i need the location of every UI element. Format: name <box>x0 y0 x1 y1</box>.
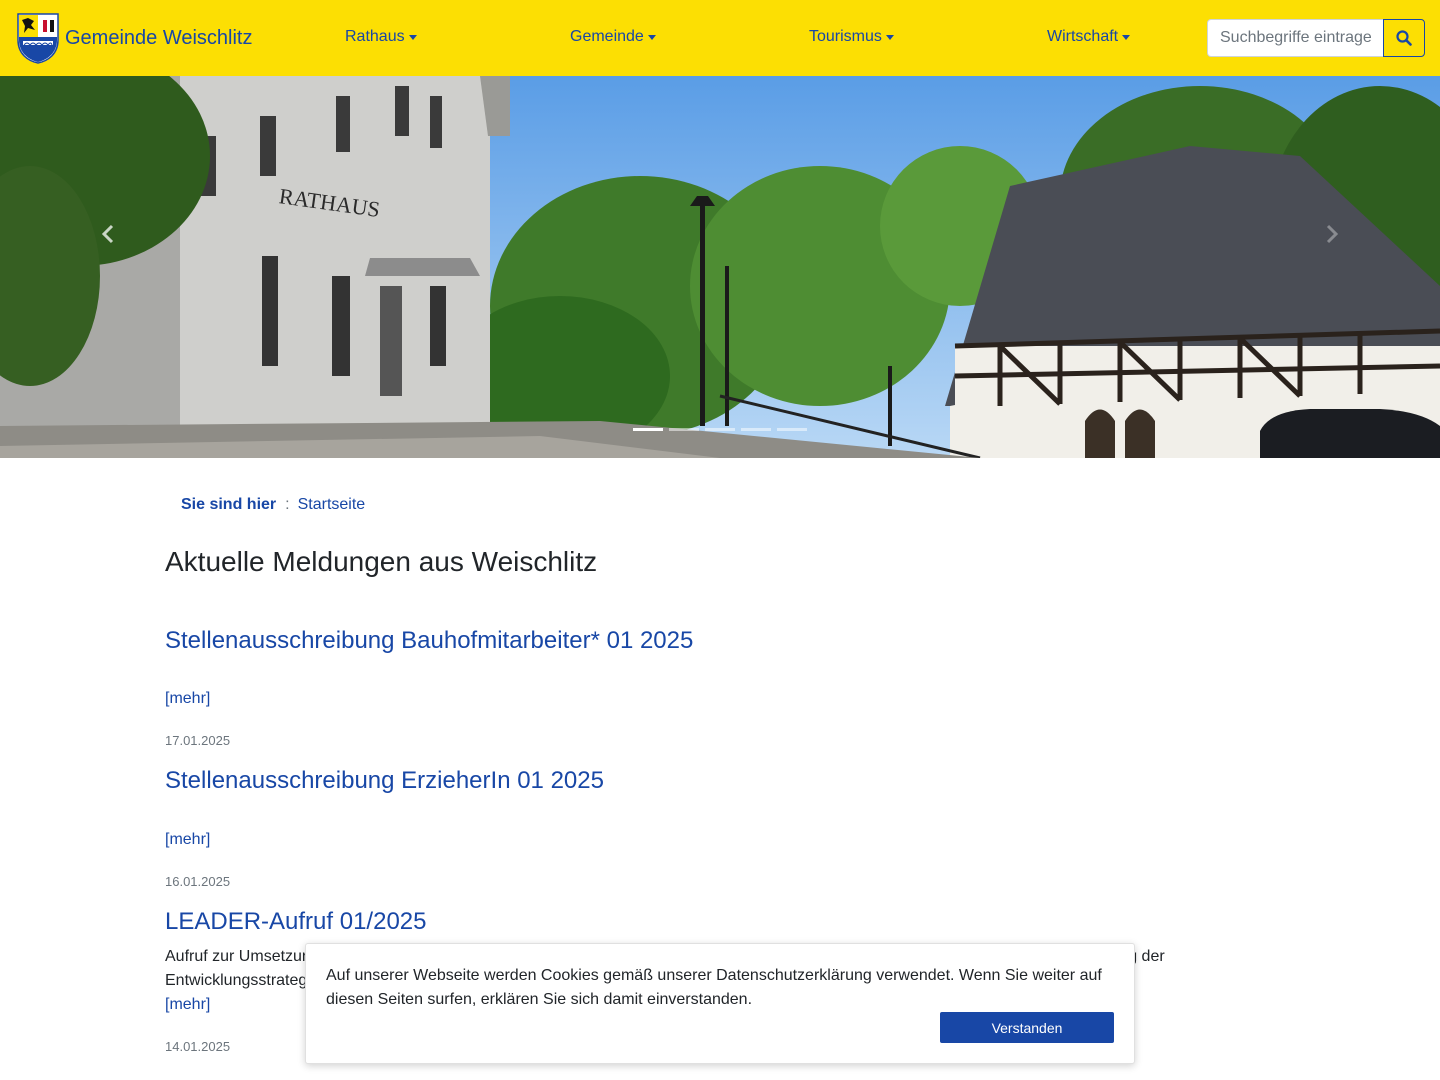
search-input[interactable] <box>1207 19 1383 57</box>
news-date: 14.01.2025 <box>165 1039 231 1054</box>
search-icon <box>1396 30 1412 46</box>
chevron-left-icon <box>101 224 114 244</box>
cookie-banner: Auf unserer Webseite werden Cookies gemä… <box>305 943 1135 1064</box>
chevron-right-icon <box>1326 224 1339 244</box>
news-more-link[interactable]: [mehr] <box>165 690 210 708</box>
image-carousel: RATHAUS <box>0 76 1440 458</box>
carousel-prev-button[interactable] <box>90 206 126 262</box>
nav-label: Rathaus <box>345 28 405 45</box>
nav-label: Wirtschaft <box>1047 28 1119 45</box>
news-title-link[interactable]: Stellenausschreibung Bauhofmitarbeiter* … <box>165 627 693 655</box>
carousel-indicator[interactable] <box>705 428 735 431</box>
nav-item-gemeinde[interactable]: Gemeinde <box>570 28 656 46</box>
news-more-link[interactable]: [mehr] <box>165 996 210 1014</box>
carousel-indicators <box>633 428 807 431</box>
search-form <box>1207 19 1425 57</box>
coat-of-arms-icon <box>17 13 59 64</box>
carousel-indicator[interactable] <box>633 428 663 431</box>
page-title: Aktuelle Meldungen aus Weischlitz <box>165 546 598 577</box>
carousel-indicator[interactable] <box>669 428 699 431</box>
nav-item-tourismus[interactable]: Tourismus <box>809 28 894 46</box>
news-date: 16.01.2025 <box>165 874 231 889</box>
nav-item-rathaus[interactable]: Rathaus <box>345 28 417 46</box>
cookie-text: Auf unserer Webseite werden Cookies gemä… <box>326 967 1102 1008</box>
nav-label: Gemeinde <box>570 28 644 45</box>
navbar: Gemeinde Weischlitz Rathaus Gemeinde Tou… <box>0 0 1440 76</box>
breadcrumb: Sie sind hier : Startseite <box>181 496 365 514</box>
caret-down-icon <box>408 34 417 40</box>
carousel-image: RATHAUS <box>0 76 1440 458</box>
search-button[interactable] <box>1383 19 1425 57</box>
breadcrumb-label: Sie sind hier <box>181 496 277 513</box>
carousel-next-button[interactable] <box>1314 206 1350 262</box>
carousel-indicator[interactable] <box>741 428 771 431</box>
caret-down-icon <box>647 34 656 40</box>
brand-link[interactable]: Gemeinde Weischlitz <box>16 12 252 64</box>
breadcrumb-separator: : <box>285 496 290 513</box>
news-date: 17.01.2025 <box>165 733 231 748</box>
news-title-link[interactable]: LEADER-Aufruf 01/2025 <box>165 908 426 936</box>
news-more-link[interactable]: [mehr] <box>165 831 210 849</box>
caret-down-icon <box>885 34 894 40</box>
breadcrumb-home-link[interactable]: Startseite <box>298 496 366 514</box>
carousel-indicator[interactable] <box>777 428 807 431</box>
nav-item-wirtschaft[interactable]: Wirtschaft <box>1047 28 1131 46</box>
news-title-link[interactable]: Stellenausschreibung ErzieherIn 01 2025 <box>165 767 604 795</box>
cookie-accept-button[interactable]: Verstanden <box>940 1012 1114 1043</box>
caret-down-icon <box>1122 34 1131 40</box>
site-name: Gemeinde Weischlitz <box>65 26 253 49</box>
nav-label: Tourismus <box>809 28 882 45</box>
